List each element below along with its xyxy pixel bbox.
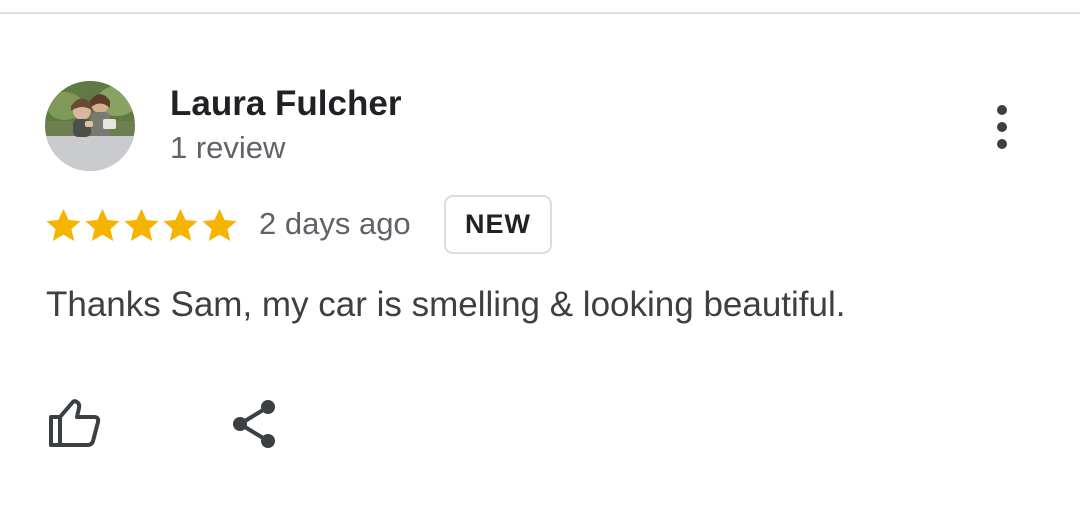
thumb-up-icon	[49, 399, 101, 447]
avatar[interactable]	[45, 81, 135, 171]
more-vert-icon-dot-3	[997, 139, 1007, 149]
review-count: 1 review	[170, 130, 286, 165]
avatar-photo	[45, 81, 135, 171]
more-vert-icon-dot-1	[997, 105, 1007, 115]
review-time: 2 days ago	[259, 206, 411, 241]
divider	[0, 12, 1080, 14]
more-options-button[interactable]	[980, 100, 1024, 154]
new-badge: NEW	[444, 195, 552, 254]
star-icon	[85, 208, 120, 241]
star-icon	[163, 208, 198, 241]
star-icon	[202, 208, 237, 241]
star-icon	[46, 208, 81, 241]
star-icon	[124, 208, 159, 241]
share-icon	[233, 400, 275, 448]
reviewer-name[interactable]: Laura Fulcher	[170, 82, 401, 126]
review-card: Laura Fulcher 1 review 2 days ago NEW Th…	[0, 0, 1080, 505]
like-button[interactable]	[44, 395, 104, 451]
share-button[interactable]	[228, 397, 280, 451]
star-rating	[44, 205, 239, 245]
review-text: Thanks Sam, my car is smelling & looking…	[46, 285, 846, 324]
more-vert-icon-dot-2	[997, 122, 1007, 132]
